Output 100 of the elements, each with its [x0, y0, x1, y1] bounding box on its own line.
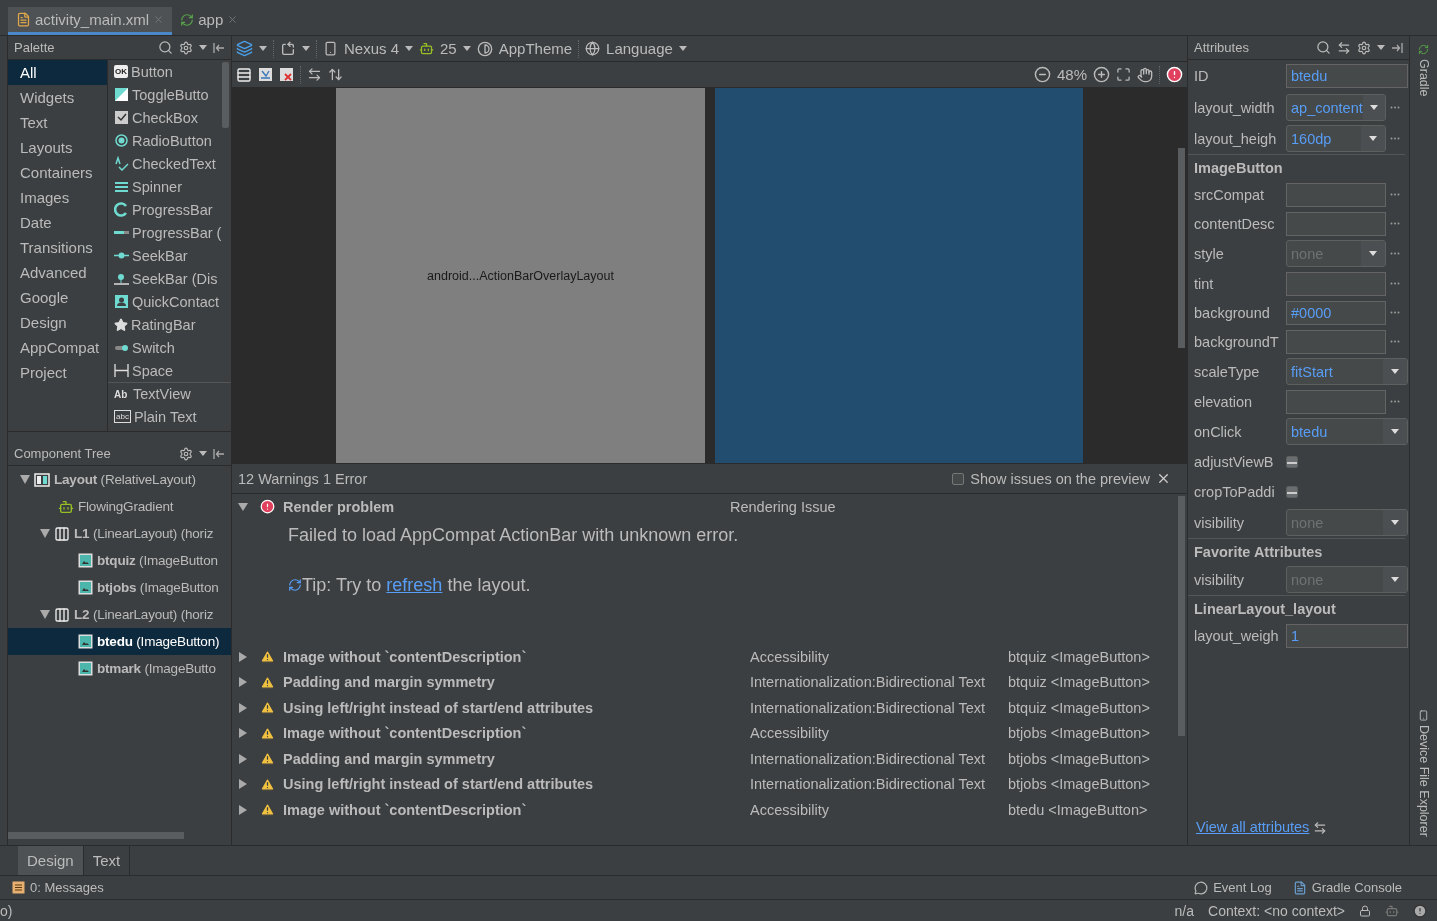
attribute-field[interactable] — [1286, 389, 1386, 414]
scrollbar[interactable] — [222, 62, 229, 128]
tree-item[interactable]: btedu (ImageButton) — [8, 628, 231, 655]
palette-category[interactable]: Widgets — [8, 85, 107, 110]
palette-widget[interactable]: ProgressBar — [108, 198, 231, 221]
tree-item[interactable]: btjobs (ImageButton — [8, 574, 231, 601]
more-icon[interactable] — [1390, 400, 1400, 403]
palette-widget[interactable]: RatingBar — [108, 313, 231, 336]
horizontal-resize-icon[interactable] — [307, 67, 322, 82]
issue-row[interactable]: Using left/right instead of start/end attributes Internationalization:Bidirectional Text btquiz <ImageButton> — [232, 695, 1187, 721]
fit-screen-icon[interactable] — [1116, 67, 1131, 82]
checkbox[interactable] — [952, 472, 965, 485]
issue-row[interactable]: Using left/right instead of start/end attributes Internationalization:Bidirectional Text btjobs <ImageButton> — [232, 771, 1187, 797]
issue-title[interactable]: Render problem — [283, 498, 730, 515]
view-all-attributes-link[interactable]: View all attributes — [1196, 819, 1310, 835]
more-icon[interactable] — [1390, 193, 1400, 196]
palette-widget[interactable]: abc Plain Text — [108, 405, 231, 428]
palette-widget[interactable]: Spinner — [108, 175, 231, 198]
palette-category[interactable]: Google — [8, 285, 107, 310]
search-icon[interactable] — [158, 40, 173, 55]
more-icon[interactable] — [1390, 282, 1400, 285]
palette-category[interactable]: Text — [8, 110, 107, 135]
pin-icon[interactable] — [1391, 41, 1403, 54]
palette-widget[interactable]: ToggleButto — [108, 83, 231, 106]
event-log-button[interactable]: Event Log — [1213, 880, 1272, 895]
refresh-link[interactable]: refresh — [386, 574, 443, 595]
vertical-resize-icon[interactable] — [328, 67, 343, 82]
palette-widget[interactable]: CheckedText — [108, 152, 231, 175]
side-tool-tab[interactable]: Gradle — [1416, 44, 1431, 97]
palette-category[interactable]: Design — [8, 310, 107, 335]
attribute-dropdown[interactable]: ap_content — [1286, 94, 1386, 121]
attribute-dropdown[interactable]: fitStart — [1286, 358, 1408, 385]
swap-icon[interactable] — [1337, 40, 1351, 55]
messages-tool-button[interactable]: 0: Messages — [30, 880, 104, 895]
design-view-icon[interactable] — [236, 66, 252, 83]
palette-category[interactable]: Project — [8, 360, 107, 385]
api-level-menu[interactable]: 25 — [440, 40, 457, 57]
error-icon[interactable] — [1166, 66, 1183, 83]
more-icon[interactable] — [1390, 222, 1400, 225]
more-icon[interactable] — [1390, 137, 1400, 140]
palette-widget[interactable]: SeekBar — [108, 244, 231, 267]
settings-icon[interactable] — [179, 446, 193, 461]
palette-widget[interactable]: Ab TextView — [108, 382, 231, 405]
editor-mode-tab[interactable]: Design — [18, 846, 84, 875]
attribute-field[interactable]: btedu — [1286, 64, 1408, 88]
tree-item[interactable]: btquiz (ImageButton — [8, 547, 231, 574]
search-icon[interactable] — [1316, 40, 1331, 55]
tree-item[interactable]: FlowingGradient — [8, 493, 231, 520]
settings-icon[interactable] — [179, 40, 193, 55]
attribute-field[interactable] — [1286, 329, 1386, 354]
attribute-field[interactable]: #0000 — [1286, 300, 1386, 325]
checkbox[interactable] — [1286, 456, 1298, 468]
palette-widget[interactable]: OK Button — [108, 60, 231, 83]
editor-mode-tab[interactable]: Text — [83, 846, 131, 875]
attribute-dropdown[interactable]: 160dp — [1286, 125, 1386, 152]
palette-category[interactable]: AppCompat — [8, 335, 107, 360]
palette-category[interactable]: Advanced — [8, 260, 107, 285]
issue-row[interactable]: Padding and margin symmetry Internationalization:Bidirectional Text btjobs <ImageButton> — [232, 746, 1187, 772]
attribute-field[interactable] — [1286, 182, 1386, 207]
device-menu[interactable]: Nexus 4 — [344, 40, 400, 57]
collapse-icon[interactable] — [213, 447, 225, 460]
checkbox[interactable] — [1286, 486, 1298, 498]
error-overlay-icon[interactable] — [279, 67, 294, 82]
tree-item[interactable]: Layout (RelativeLayout) — [8, 466, 231, 493]
palette-widget[interactable]: Switch — [108, 336, 231, 359]
tree-item[interactable]: btmark (ImageButto — [8, 655, 231, 682]
issue-row[interactable]: Image without `contentDescription` Accessibility btquiz <ImageButton> — [232, 644, 1187, 670]
palette-widget[interactable]: Space — [108, 359, 231, 382]
issue-row[interactable]: Image without `contentDescription` Accessibility btjobs <ImageButton> — [232, 720, 1187, 746]
close-icon[interactable] — [1156, 471, 1171, 486]
more-icon[interactable] — [1390, 340, 1400, 343]
zoom-in-icon[interactable] — [1093, 66, 1110, 83]
more-icon[interactable] — [1390, 106, 1400, 109]
zoom-out-icon[interactable] — [1033, 66, 1051, 83]
editor-tab[interactable]: activity_main.xml — [8, 7, 173, 35]
layers-icon[interactable] — [236, 40, 253, 57]
scrollbar[interactable] — [1178, 496, 1185, 736]
scrollbar[interactable] — [8, 832, 184, 839]
tree-item[interactable]: L2 (LinearLayout) (horiz — [8, 601, 231, 628]
blueprint-icon[interactable] — [258, 67, 273, 82]
editor-tab[interactable]: app — [172, 7, 247, 35]
palette-category[interactable]: Layouts — [8, 135, 107, 160]
settings-icon[interactable] — [1357, 40, 1371, 55]
scrollbar[interactable] — [1178, 148, 1185, 348]
more-icon[interactable] — [1390, 311, 1400, 314]
palette-widget[interactable]: RadioButton — [108, 129, 231, 152]
context-indicator[interactable]: Context: <no context> — [1208, 902, 1345, 919]
tree-item[interactable]: L1 (LinearLayout) (horiz — [8, 520, 231, 547]
side-tool-tab[interactable]: Device File Explorer — [1416, 710, 1431, 837]
attribute-field[interactable] — [1286, 211, 1386, 236]
more-icon[interactable] — [1390, 252, 1400, 255]
attribute-field[interactable] — [1286, 271, 1386, 296]
palette-widget[interactable]: SeekBar (Dis — [108, 267, 231, 290]
palette-widget[interactable]: QuickContact — [108, 290, 231, 313]
palette-category[interactable]: Images — [8, 185, 107, 210]
theme-menu[interactable]: AppTheme — [498, 40, 573, 57]
attribute-dropdown[interactable]: btedu — [1286, 418, 1408, 445]
palette-widget[interactable]: ProgressBar ( — [108, 221, 231, 244]
palette-category[interactable]: Containers — [8, 160, 107, 185]
collapse-icon[interactable] — [213, 41, 225, 54]
